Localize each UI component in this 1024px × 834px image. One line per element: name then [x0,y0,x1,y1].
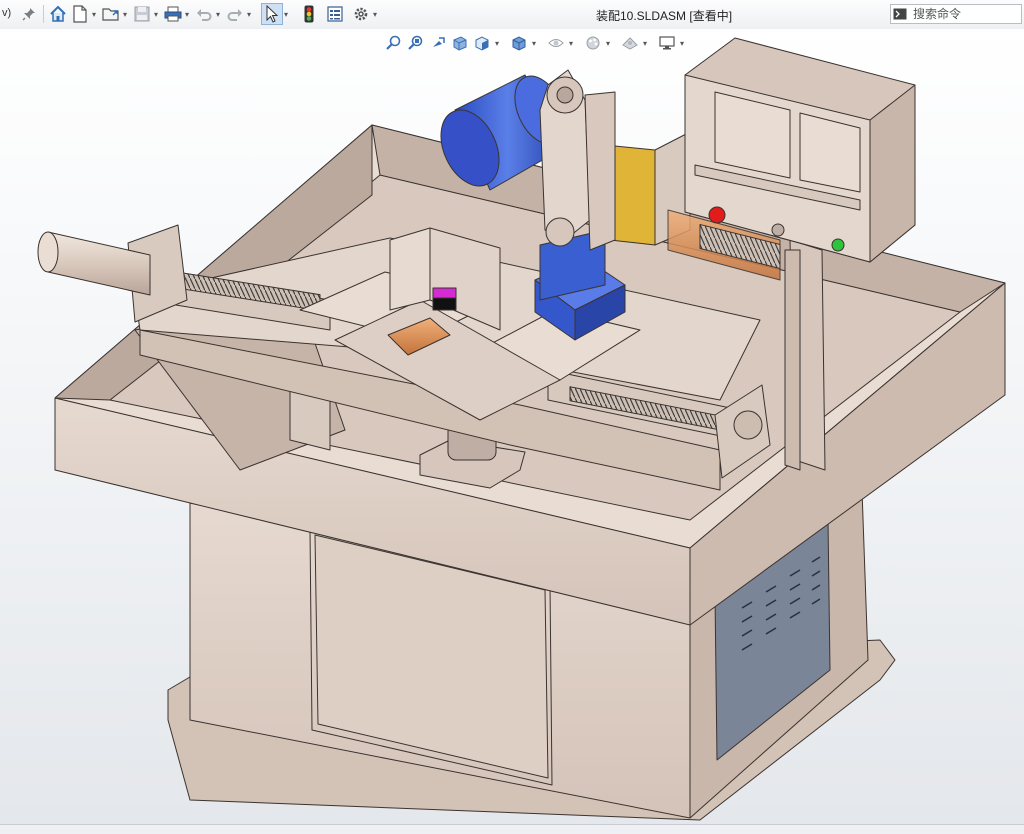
quick-access-toolbar: ▾ ▾ ▾ ▾ ▾ ▾ ▾ ▾ [18,3,381,25]
pin-icon[interactable] [18,3,40,25]
save-icon[interactable] [131,3,153,25]
command-search-box[interactable] [890,4,1022,24]
options-dropdown-icon[interactable]: ▾ [373,10,381,19]
window-title: 装配10.SLDASM [查看中] [596,9,733,23]
open-folder-icon[interactable] [100,3,122,25]
machine-assembly-model[interactable] [0,29,1024,824]
print-dropdown-icon[interactable]: ▾ [185,10,193,19]
graphics-area[interactable]: ▾ ▾ ▾ ▾ ▾ ▾ [0,29,1024,824]
select-arrow-icon[interactable] [261,3,283,25]
print-icon[interactable] [162,3,184,25]
undo-dropdown-icon[interactable]: ▾ [216,10,224,19]
options-gear-icon[interactable] [350,3,372,25]
select-dropdown-icon[interactable]: ▾ [284,10,292,19]
new-dropdown-icon[interactable]: ▾ [92,10,100,19]
file-properties-icon[interactable] [324,3,346,25]
new-document-icon[interactable] [69,3,91,25]
redo-icon[interactable] [224,3,246,25]
menu-fragment: v) [2,7,12,19]
title-bar: v) ▾ ▾ ▾ ▾ ▾ ▾ ▾ ▾ 装配10.SLDASM [查看中] 搜索命… [0,0,1024,30]
rebuild-traffic-light-icon[interactable] [298,3,320,25]
command-prompt-icon [891,5,909,23]
home-icon[interactable] [47,3,69,25]
toolbar-separator [43,5,44,23]
open-dropdown-icon[interactable]: ▾ [123,10,131,19]
redo-dropdown-icon[interactable]: ▾ [247,10,255,19]
save-dropdown-icon[interactable]: ▾ [154,10,162,19]
undo-icon[interactable] [193,3,215,25]
search-input[interactable] [909,7,1013,21]
